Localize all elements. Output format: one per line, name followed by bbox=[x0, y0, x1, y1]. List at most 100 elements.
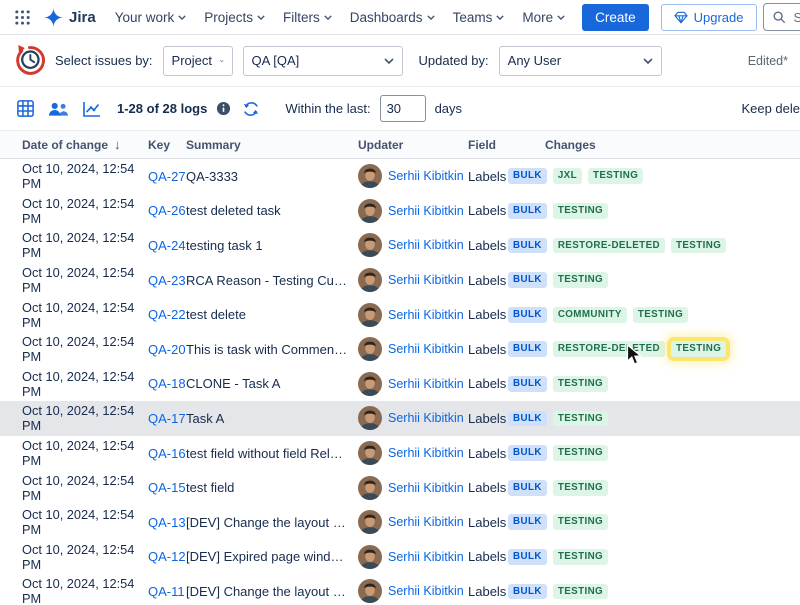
issue-key-link[interactable]: QA-26 bbox=[148, 203, 186, 218]
issue-key-link[interactable]: QA-18 bbox=[148, 376, 186, 391]
column-key[interactable]: Key bbox=[148, 138, 186, 152]
issue-key-link[interactable]: QA-23 bbox=[148, 273, 186, 288]
updater-link[interactable]: Serhii Kibitkin bbox=[388, 238, 464, 252]
sort-desc-icon[interactable]: ↓ bbox=[114, 137, 121, 152]
row-summary: test delete bbox=[186, 307, 358, 322]
avatar bbox=[358, 476, 382, 500]
updater-link[interactable]: Serhii Kibitkin bbox=[388, 377, 464, 391]
create-button[interactable]: Create bbox=[582, 4, 649, 31]
row-changes: BULKTESTING bbox=[508, 203, 800, 219]
pagination-label: 1-28 of 28 logs bbox=[117, 101, 207, 116]
updater-link[interactable]: Serhii Kibitkin bbox=[388, 342, 464, 356]
updater-link[interactable]: Serhii Kibitkin bbox=[388, 169, 464, 183]
table-row-qa-23[interactable]: Oct 10, 2024, 12:54 PM QA-23 RCA Reason … bbox=[0, 263, 800, 298]
search-icon bbox=[772, 10, 786, 24]
nav-item-more[interactable]: More bbox=[515, 4, 572, 31]
avatar bbox=[358, 199, 382, 223]
table-view-icon bbox=[16, 99, 35, 118]
chevron-down-icon bbox=[427, 15, 435, 20]
table-row-qa-20[interactable]: Oct 10, 2024, 12:54 PM QA-20 This is tas… bbox=[0, 332, 800, 367]
issue-key-link[interactable]: QA-22 bbox=[148, 307, 186, 322]
issue-key-link[interactable]: QA-27 bbox=[148, 169, 186, 184]
column-updater[interactable]: Updater bbox=[358, 138, 468, 152]
issue-key-link[interactable]: QA-16 bbox=[148, 446, 186, 461]
column-date-of-change[interactable]: Date of change ↓ bbox=[22, 137, 148, 152]
issue-key-link[interactable]: QA-11 bbox=[148, 584, 186, 599]
table-body: Oct 10, 2024, 12:54 PM QA-27 QA-3333 Ser… bbox=[0, 159, 800, 605]
jira-brand[interactable]: Jira bbox=[41, 7, 102, 28]
change-badge-restore-deleted: RESTORE-DELETED bbox=[553, 238, 665, 254]
column-changes[interactable]: Changes bbox=[508, 138, 800, 152]
app-switcher-button[interactable] bbox=[10, 5, 35, 30]
column-field[interactable]: Field bbox=[468, 138, 508, 152]
jira-logo-icon bbox=[43, 7, 64, 28]
nav-item-dashboards[interactable]: Dashboards bbox=[343, 4, 442, 31]
within-last-label: Within the last: bbox=[285, 101, 370, 116]
change-badge-bulk: BULK bbox=[508, 480, 547, 496]
table-row-qa-18[interactable]: Oct 10, 2024, 12:54 PM QA-18 CLONE - Tas… bbox=[0, 367, 800, 402]
column-date-label: Date of change bbox=[22, 138, 108, 152]
updater-link[interactable]: Serhii Kibitkin bbox=[388, 204, 464, 218]
updater-link[interactable]: Serhii Kibitkin bbox=[388, 584, 464, 598]
table-row-qa-27[interactable]: Oct 10, 2024, 12:54 PM QA-27 QA-3333 Ser… bbox=[0, 159, 800, 194]
row-changes: BULKTESTING bbox=[508, 445, 800, 461]
info-icon[interactable] bbox=[216, 101, 231, 116]
row-updater: Serhii Kibitkin bbox=[358, 233, 468, 257]
table-row-qa-11[interactable]: Oct 10, 2024, 12:54 PM QA-11 [DEV] Chang… bbox=[0, 574, 800, 605]
table-row-qa-26[interactable]: Oct 10, 2024, 12:54 PM QA-26 test delete… bbox=[0, 194, 800, 229]
updater-link[interactable]: Serhii Kibitkin bbox=[388, 308, 464, 322]
change-badge-bulk: BULK bbox=[508, 203, 547, 219]
avatar bbox=[358, 372, 382, 396]
table-row-qa-13[interactable]: Oct 10, 2024, 12:54 PM QA-13 [DEV] Chang… bbox=[0, 505, 800, 540]
nav-item-filters[interactable]: Filters bbox=[276, 4, 339, 31]
change-badge-bulk: BULK bbox=[508, 514, 547, 530]
updater-link[interactable]: Serhii Kibitkin bbox=[388, 481, 464, 495]
table-row-qa-22[interactable]: Oct 10, 2024, 12:54 PM QA-22 test delete… bbox=[0, 297, 800, 332]
row-changes: BULKCOMMUNITYTESTING bbox=[508, 307, 800, 323]
refresh-button[interactable] bbox=[240, 98, 262, 120]
search-box[interactable] bbox=[763, 3, 800, 31]
table-row-qa-12[interactable]: Oct 10, 2024, 12:54 PM QA-12 [DEV] Expir… bbox=[0, 540, 800, 575]
days-input[interactable] bbox=[380, 95, 426, 122]
updated-by-dropdown[interactable]: Any User bbox=[499, 46, 662, 76]
row-field: Labels bbox=[468, 273, 508, 288]
table-row-qa-24[interactable]: Oct 10, 2024, 12:54 PM QA-24 testing tas… bbox=[0, 228, 800, 263]
nav-item-teams[interactable]: Teams bbox=[446, 4, 512, 31]
issue-key-link[interactable]: QA-13 bbox=[148, 515, 186, 530]
table-view-button[interactable] bbox=[14, 97, 37, 120]
change-badge-bulk: BULK bbox=[508, 272, 547, 288]
row-field: Labels bbox=[468, 480, 508, 495]
nav-item-projects[interactable]: Projects bbox=[197, 4, 272, 31]
project-dropdown[interactable]: QA [QA] bbox=[243, 46, 403, 76]
nav-item-your-work[interactable]: Your work bbox=[108, 4, 194, 31]
updater-link[interactable]: Serhii Kibitkin bbox=[388, 273, 464, 287]
row-summary: RCA Reason - Testing Custom fi... bbox=[186, 273, 358, 288]
row-field: Labels bbox=[468, 411, 508, 426]
users-view-button[interactable] bbox=[46, 99, 71, 119]
issue-key-link[interactable]: QA-20 bbox=[148, 342, 186, 357]
updater-link[interactable]: Serhii Kibitkin bbox=[388, 550, 464, 564]
change-badge-testing: TESTING bbox=[553, 272, 608, 288]
table-row-qa-17[interactable]: Oct 10, 2024, 12:54 PM QA-17 Task A Serh… bbox=[0, 401, 800, 436]
avatar bbox=[358, 337, 382, 361]
column-summary[interactable]: Summary bbox=[186, 138, 358, 152]
table-row-qa-15[interactable]: Oct 10, 2024, 12:54 PM QA-15 test field … bbox=[0, 470, 800, 505]
updater-link[interactable]: Serhii Kibitkin bbox=[388, 446, 464, 460]
select-by-dropdown[interactable]: Project bbox=[163, 46, 233, 76]
upgrade-button[interactable]: Upgrade bbox=[661, 4, 757, 31]
updater-link[interactable]: Serhii Kibitkin bbox=[388, 515, 464, 529]
column-changes-label: Changes bbox=[545, 138, 596, 152]
change-badge-testing: TESTING bbox=[553, 445, 608, 461]
updater-link[interactable]: Serhii Kibitkin bbox=[388, 411, 464, 425]
issue-key-link[interactable]: QA-17 bbox=[148, 411, 186, 426]
chevron-down-icon bbox=[178, 15, 186, 20]
issue-key-link[interactable]: QA-12 bbox=[148, 549, 186, 564]
chart-view-button[interactable] bbox=[80, 98, 104, 120]
issue-key-link[interactable]: QA-24 bbox=[148, 238, 186, 253]
avatar bbox=[358, 233, 382, 257]
chevron-down-icon bbox=[324, 15, 332, 20]
table-row-qa-16[interactable]: Oct 10, 2024, 12:54 PM QA-16 test field … bbox=[0, 436, 800, 471]
issue-key-link[interactable]: QA-15 bbox=[148, 480, 186, 495]
search-input[interactable] bbox=[792, 9, 800, 26]
days-unit-label: days bbox=[435, 101, 462, 116]
